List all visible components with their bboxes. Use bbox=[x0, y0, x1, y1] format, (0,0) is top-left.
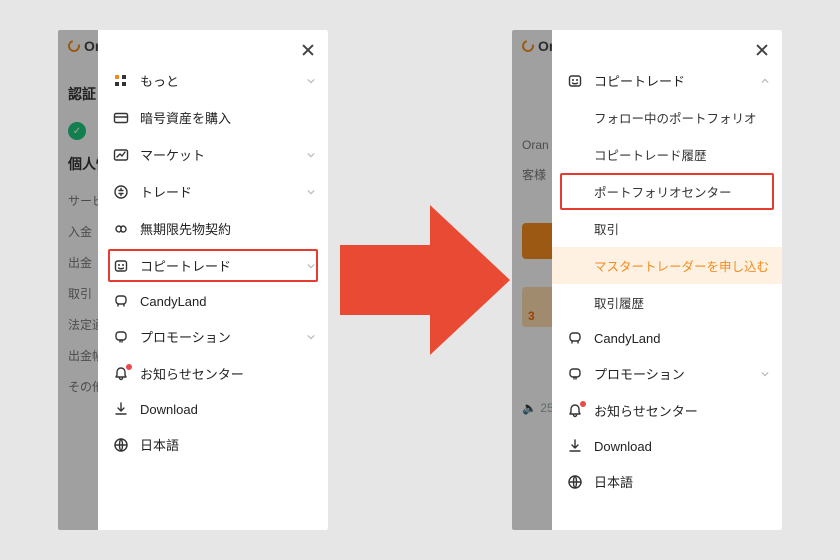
menu-item-label: トレード bbox=[130, 182, 306, 201]
menu-item-label: CandyLand bbox=[584, 331, 760, 346]
submenu-item-label: コピートレード履歴 bbox=[594, 145, 707, 164]
chevron-down-icon bbox=[306, 262, 316, 270]
menu-item-bell[interactable]: お知らせセンター bbox=[98, 355, 328, 392]
screenshot-left: Ora 認証 ✓ 個人情 サービ 入金 出金 取引 法定通 出金帳 その他 もっ… bbox=[58, 30, 328, 530]
submenu-item[interactable]: マスタートレーダーを申し込む bbox=[552, 247, 782, 284]
menu-item-label: Download bbox=[130, 402, 306, 417]
submenu-item-label: フォロー中のポートフォリオ bbox=[594, 108, 757, 127]
menu-item-infinity[interactable]: 無期限先物契約 bbox=[98, 210, 328, 247]
chevron-down-icon bbox=[306, 188, 316, 196]
submenu-item-label: ポートフォリオセンター bbox=[594, 182, 732, 201]
menu-item-candy[interactable]: CandyLand bbox=[552, 321, 782, 355]
candy-icon bbox=[112, 293, 130, 309]
submenu-item-label: マスタートレーダーを申し込む bbox=[594, 256, 769, 275]
menu-item-label: 日本語 bbox=[130, 435, 306, 454]
big-arrow-icon bbox=[340, 205, 510, 355]
candy-icon bbox=[566, 330, 584, 346]
chevron-down-icon bbox=[760, 370, 770, 378]
infinity-icon bbox=[112, 221, 130, 237]
menu-item-download[interactable]: Download bbox=[552, 429, 782, 463]
menu-item-label: 暗号資産を購入 bbox=[130, 108, 306, 127]
menu-item-candy[interactable]: CandyLand bbox=[98, 284, 328, 318]
slide-menu-left: もっと暗号資産を購入マーケットトレード無期限先物契約コピートレード CandyLa… bbox=[98, 30, 328, 530]
menu-item-label: プロモーション bbox=[584, 364, 760, 383]
download-icon bbox=[112, 401, 130, 417]
menu-item-copy[interactable]: コピートレード bbox=[552, 62, 782, 99]
close-button[interactable] bbox=[752, 40, 772, 60]
bell-icon bbox=[566, 403, 584, 419]
copy-icon bbox=[112, 258, 130, 274]
trade-icon bbox=[112, 184, 130, 200]
menu-item-label: 無期限先物契約 bbox=[130, 219, 306, 238]
slide-menu-right: コピートレードフォロー中のポートフォリオコピートレード履歴ポートフォリオセンター… bbox=[552, 30, 782, 530]
copy-icon bbox=[566, 73, 584, 89]
menu-item-copy[interactable]: コピートレード bbox=[98, 247, 328, 284]
submenu-item-label: 取引履歴 bbox=[594, 293, 644, 312]
menu-item-label: コピートレード bbox=[130, 256, 306, 275]
close-button[interactable] bbox=[298, 40, 318, 60]
bell-icon bbox=[112, 366, 130, 382]
menu-item-trade[interactable]: トレード bbox=[98, 173, 328, 210]
menu-item-promo[interactable]: プロモーション bbox=[552, 355, 782, 392]
menu-item-globe[interactable]: 日本語 bbox=[552, 463, 782, 500]
download-icon bbox=[566, 438, 584, 454]
chevron-down-icon bbox=[306, 151, 316, 159]
notification-dot-icon bbox=[126, 364, 132, 370]
grid-icon bbox=[112, 73, 130, 89]
submenu-item[interactable]: 取引 bbox=[552, 210, 782, 247]
menu-item-label: 日本語 bbox=[584, 472, 760, 491]
menu-item-label: Download bbox=[584, 439, 760, 454]
submenu-item[interactable]: ポートフォリオセンター bbox=[552, 173, 782, 210]
menu-item-promo[interactable]: プロモーション bbox=[98, 318, 328, 355]
promo-icon bbox=[112, 329, 130, 345]
menu-item-label: お知らせセンター bbox=[584, 401, 760, 420]
chevron-up-icon bbox=[760, 77, 770, 85]
chevron-down-icon bbox=[306, 77, 316, 85]
screenshot-right: Ora Oran 客様 3 🔈 25 コピートレードフォロー中のポートフォリオコ… bbox=[512, 30, 782, 530]
menu-item-download[interactable]: Download bbox=[98, 392, 328, 426]
submenu-item[interactable]: コピートレード履歴 bbox=[552, 136, 782, 173]
card-icon bbox=[112, 110, 130, 126]
menu-item-label: コピートレード bbox=[584, 71, 760, 90]
menu-item-card[interactable]: 暗号資産を購入 bbox=[98, 99, 328, 136]
submenu-item-label: 取引 bbox=[594, 219, 619, 238]
menu-item-label: お知らせセンター bbox=[130, 364, 306, 383]
globe-icon bbox=[566, 474, 584, 490]
menu-item-bell[interactable]: お知らせセンター bbox=[552, 392, 782, 429]
menu-item-market[interactable]: マーケット bbox=[98, 136, 328, 173]
market-icon bbox=[112, 147, 130, 163]
menu-item-label: CandyLand bbox=[130, 294, 306, 309]
submenu-item[interactable]: 取引履歴 bbox=[552, 284, 782, 321]
globe-icon bbox=[112, 437, 130, 453]
menu-item-globe[interactable]: 日本語 bbox=[98, 426, 328, 463]
chevron-down-icon bbox=[306, 333, 316, 341]
menu-item-label: マーケット bbox=[130, 145, 306, 164]
menu-item-grid[interactable]: もっと bbox=[98, 62, 328, 99]
promo-icon bbox=[566, 366, 584, 382]
menu-item-label: もっと bbox=[130, 71, 306, 90]
submenu-item[interactable]: フォロー中のポートフォリオ bbox=[552, 99, 782, 136]
notification-dot-icon bbox=[580, 401, 586, 407]
menu-item-label: プロモーション bbox=[130, 327, 306, 346]
